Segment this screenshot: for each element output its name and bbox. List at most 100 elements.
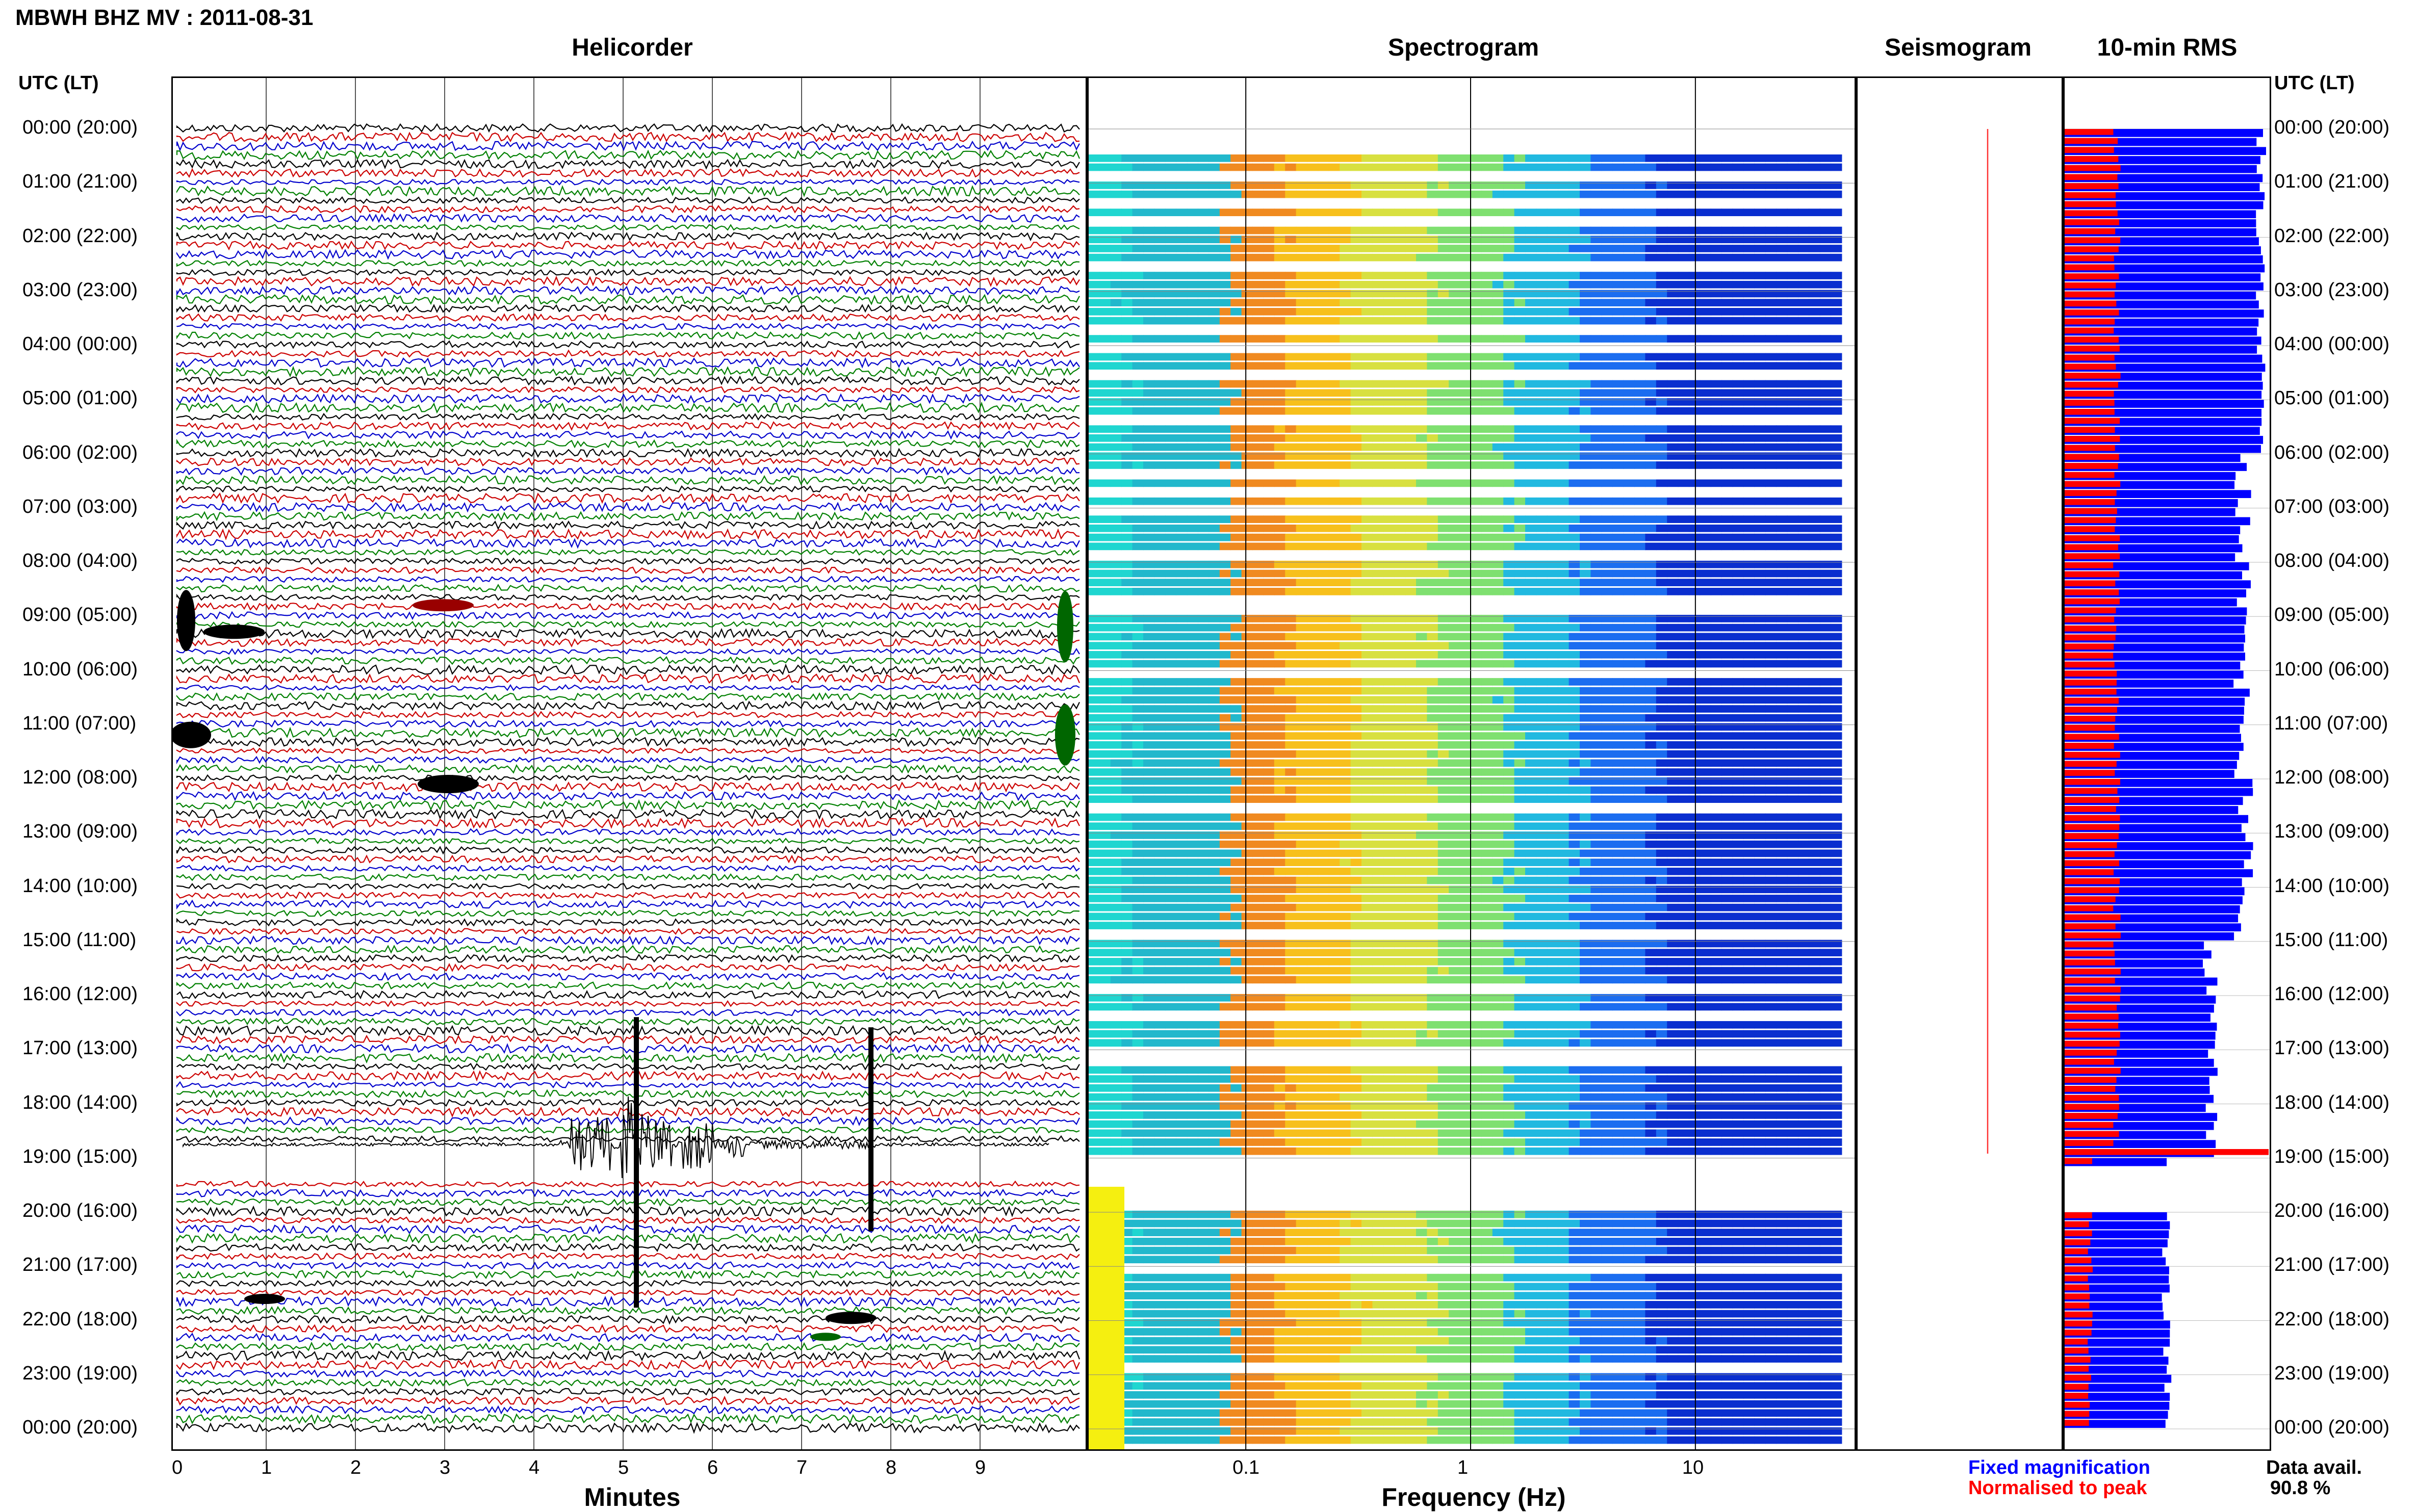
- spectrogram-cell: [1089, 760, 1100, 767]
- spectrogram-cell: [1449, 678, 1460, 686]
- spectrogram-cell: [1394, 579, 1405, 586]
- spectrogram-cell: [1427, 236, 1438, 243]
- spectrogram-cell: [1460, 398, 1471, 406]
- spectrogram-cell: [1329, 895, 1340, 902]
- spectrogram-cell: [1754, 624, 1765, 632]
- spectrogram-cell: [1351, 461, 1362, 469]
- helicorder-event-burst: [418, 775, 479, 793]
- spectrogram-cell: [1143, 723, 1154, 731]
- spectrogram-cell: [1187, 154, 1198, 162]
- spectrogram-cell: [1143, 795, 1154, 803]
- spectrogram-cell: [1667, 534, 1678, 541]
- spectrogram-cell: [1700, 407, 1711, 415]
- spectrogram-cell: [1831, 181, 1842, 189]
- spectrogram-cell: [1416, 624, 1427, 632]
- spectrogram-cell: [1493, 208, 1504, 216]
- spectrogram-cell: [1569, 795, 1580, 803]
- spectrogram-cell: [1133, 750, 1144, 758]
- spectrogram-cell: [1372, 254, 1383, 262]
- spectrogram-cell: [1667, 154, 1678, 162]
- spectrogram-cell: [1634, 335, 1645, 343]
- spectrogram-cell: [1383, 389, 1395, 397]
- spectrogram-cell: [1645, 787, 1656, 794]
- spectrogram-cell: [1198, 624, 1209, 632]
- spectrogram-cell: [1471, 768, 1482, 776]
- spectrogram-cell: [1263, 543, 1274, 551]
- spectrogram-cell: [1580, 678, 1591, 686]
- spectrogram-cell: [1525, 254, 1536, 262]
- spectrogram-cell: [1569, 227, 1580, 234]
- spectrogram-cell: [1121, 579, 1133, 586]
- spectrogram-cell: [1612, 831, 1624, 839]
- spectrogram-cell: [1776, 444, 1787, 451]
- spectrogram-cell: [1449, 904, 1460, 911]
- spectrogram-cell: [1689, 687, 1700, 695]
- spectrogram-cell: [1329, 561, 1340, 568]
- helicorder-trace: [177, 395, 1079, 403]
- spectrogram-cell: [1754, 254, 1765, 262]
- helicorder-trace: [177, 973, 1079, 980]
- spectrogram-cell: [1624, 444, 1635, 451]
- spectrogram-cell: [1656, 732, 1667, 740]
- spectrogram-cell: [1198, 642, 1209, 649]
- spectrogram-cell: [1372, 579, 1383, 586]
- spectrogram-cell: [1602, 750, 1613, 758]
- spectrogram-cell: [1787, 877, 1798, 884]
- spectrogram-cell: [1514, 498, 1526, 505]
- spectrogram-cell: [1296, 750, 1307, 758]
- spectrogram-cell: [1329, 615, 1340, 622]
- spectrogram-cell: [1536, 723, 1547, 731]
- spectrogram-cell: [1405, 687, 1417, 695]
- spectrogram-cell: [1154, 795, 1165, 803]
- spectrogram-cell: [1667, 380, 1678, 388]
- spectrogram-cell: [1481, 299, 1493, 306]
- spectrogram-cell: [1721, 570, 1733, 578]
- spectrogram-cell: [1503, 317, 1514, 325]
- spectrogram-cell: [1667, 389, 1678, 397]
- spectrogram-cell: [1405, 407, 1417, 415]
- spectrogram-cell: [1405, 515, 1417, 523]
- helicorder-trace: [177, 856, 1079, 863]
- spectrogram-cell: [1525, 461, 1536, 469]
- spectrogram-cell: [1230, 452, 1242, 460]
- spectrogram-cell: [1558, 705, 1569, 713]
- spectrogram-cell: [1340, 380, 1351, 388]
- spectrogram-cell: [1776, 543, 1787, 551]
- spectrogram-cell: [1809, 525, 1820, 532]
- spectrogram-cell: [1176, 407, 1187, 415]
- spectrogram-cell: [1230, 841, 1242, 848]
- spectrogram-cell: [1340, 299, 1351, 306]
- spectrogram-cell: [1656, 461, 1667, 469]
- spectrogram-cell: [1187, 308, 1198, 316]
- spectrogram-cell: [1111, 236, 1122, 243]
- spectrogram-cell: [1612, 660, 1624, 668]
- spectrogram-cell: [1089, 181, 1100, 189]
- spectrogram-cell: [1776, 380, 1787, 388]
- spectrogram-cell: [1329, 254, 1340, 262]
- spectrogram-cell: [1263, 534, 1274, 541]
- spectrogram-cell: [1329, 868, 1340, 875]
- spectrogram-cell: [1416, 795, 1427, 803]
- spectrogram-cell: [1285, 434, 1296, 442]
- spectrogram-cell: [1351, 380, 1362, 388]
- spectrogram-cell: [1405, 877, 1417, 884]
- spectrogram-cell: [1242, 624, 1253, 632]
- spectrogram-cell: [1481, 841, 1493, 848]
- spectrogram-cell: [1700, 750, 1711, 758]
- spectrogram-cell: [1754, 904, 1765, 911]
- spectrogram-cell: [1329, 760, 1340, 767]
- spectrogram-cell: [1187, 561, 1198, 568]
- spectrogram-cell: [1121, 561, 1133, 568]
- spectrogram-cell: [1820, 480, 1831, 487]
- spectrogram-cell: [1590, 353, 1602, 361]
- spectrogram-cell: [1383, 317, 1395, 325]
- spectrogram-cell: [1165, 515, 1176, 523]
- helicorder-trace: [177, 1423, 1079, 1432]
- spectrogram-cell: [1208, 444, 1220, 451]
- spectrogram-cell: [1634, 760, 1645, 767]
- spectrogram-cell: [1230, 877, 1242, 884]
- spectrogram-cell: [1154, 858, 1165, 866]
- spectrogram-cell: [1449, 425, 1460, 433]
- spectrogram-cell: [1154, 868, 1165, 875]
- spectrogram-cell: [1111, 335, 1122, 343]
